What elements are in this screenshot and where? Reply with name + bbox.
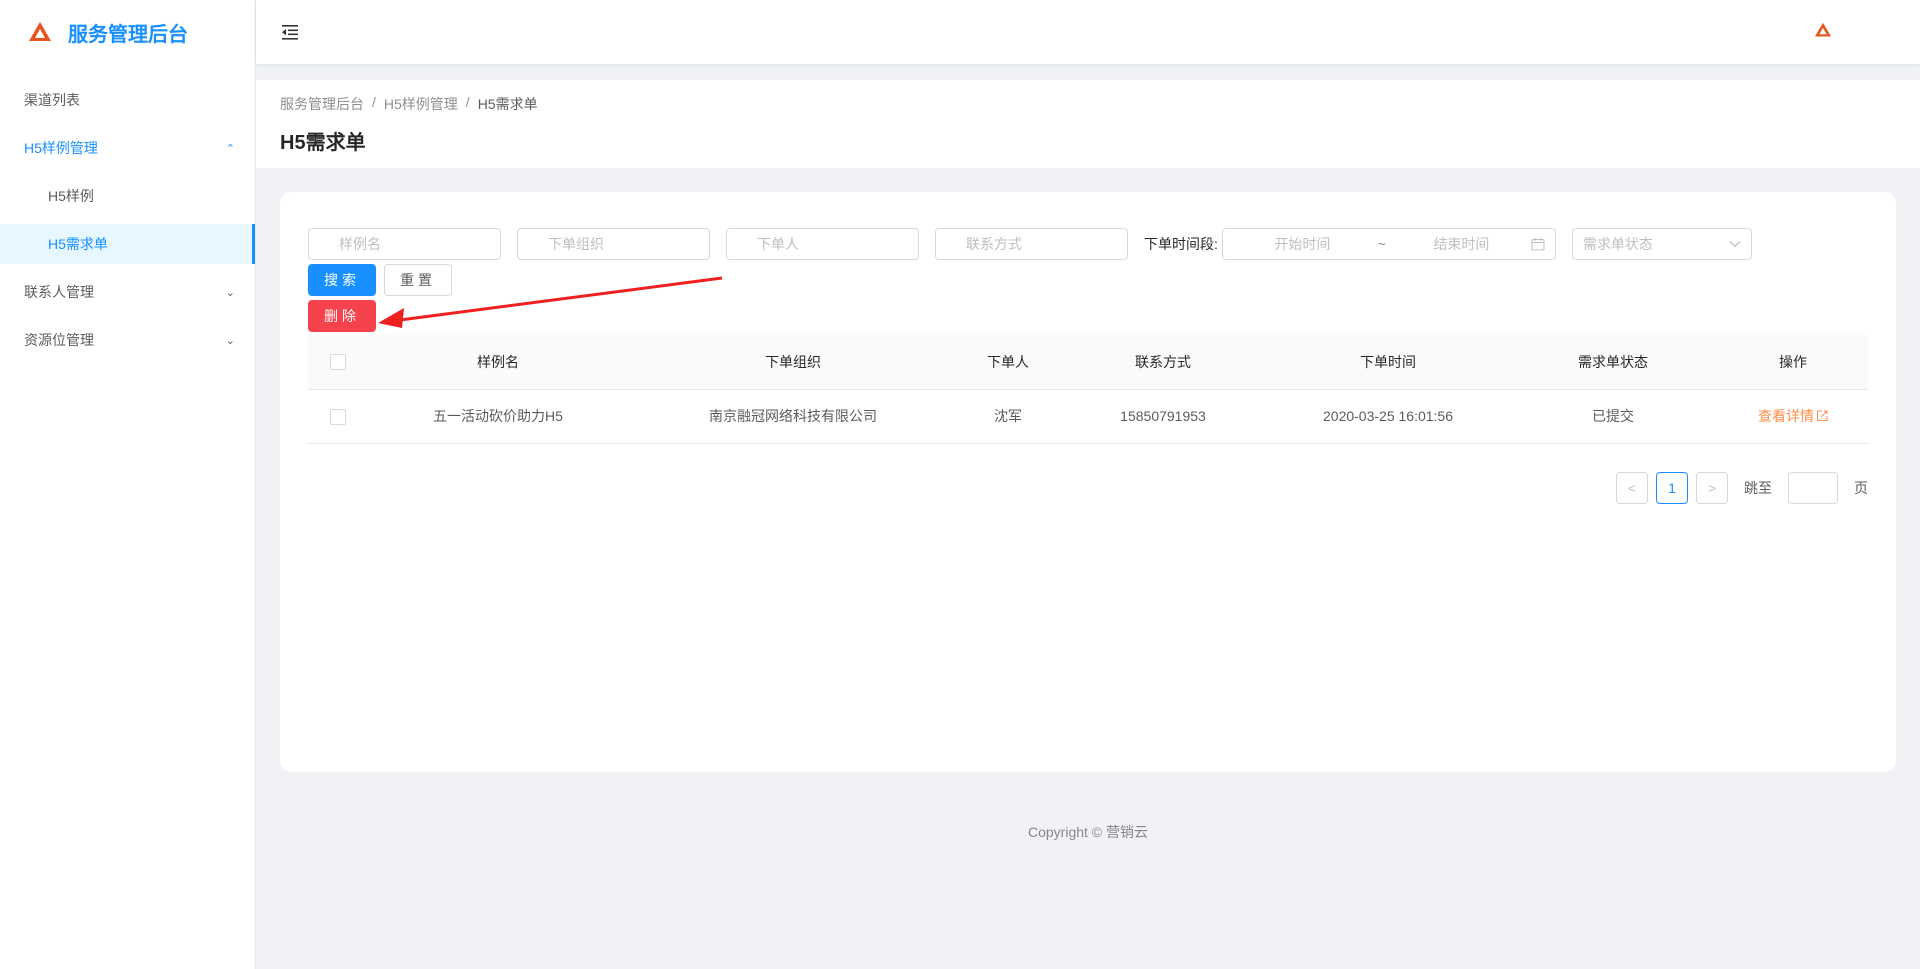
sidebar: 服务管理后台 渠道列表 H5样例管理 ⌃ H5样例 H5需求单 联系人管理 ⌄ … [0, 0, 256, 969]
cell-sample-name: 五一活动砍价助力H5 [368, 389, 628, 444]
page-suffix-label: 页 [1854, 480, 1868, 496]
sidebar-item-h5-sample-mgmt[interactable]: H5样例管理 ⌃ [0, 128, 255, 168]
order-table: 样例名 下单组织 下单人 联系方式 下单时间 需求单状态 操作 五一活动砍价助力… [308, 335, 1868, 444]
table-row: 五一活动砍价助力H5 南京融冠网络科技有限公司 沈军 15850791953 2… [308, 389, 1868, 444]
sidebar-item-label: H5需求单 [48, 236, 108, 252]
contact-input[interactable] [935, 228, 1128, 260]
cell-contact: 15850791953 [1058, 389, 1268, 444]
status-select[interactable]: 需求单状态 [1571, 228, 1752, 260]
page-header: 服务管理后台 / H5样例管理 / H5需求单 H5需求单 [256, 80, 1920, 168]
breadcrumb-item-h5-sample-mgmt[interactable]: H5样例管理 [384, 94, 458, 114]
sidebar-menu: 渠道列表 H5样例管理 ⌃ H5样例 H5需求单 联系人管理 ⌄ 资源位管理 ⌄ [0, 80, 255, 360]
cell-order-time: 2020-03-25 16:01:56 [1268, 389, 1508, 444]
cell-orderer: 沈军 [958, 389, 1058, 444]
next-page-button[interactable]: > [1696, 472, 1728, 504]
sidebar-item-h5-sample[interactable]: H5样例 [0, 176, 255, 216]
column-header: 需求单状态 [1508, 335, 1718, 390]
cell-order-org: 南京融冠网络科技有限公司 [628, 389, 958, 444]
column-header: 操作 [1718, 335, 1868, 390]
end-date-placeholder[interactable]: 结束时间 [1392, 234, 1531, 254]
start-date-placeholder[interactable]: 开始时间 [1233, 234, 1372, 254]
breadcrumb-separator: / [465, 94, 470, 110]
column-header: 下单组织 [628, 335, 958, 390]
chevron-down-icon: ⌄ [225, 334, 235, 347]
status-select-placeholder: 需求单状态 [1582, 236, 1653, 252]
chevron-down-icon: ⌄ [225, 286, 235, 299]
select-all-cell [308, 335, 368, 390]
page-1-button[interactable]: 1 [1656, 472, 1688, 504]
calendar-icon [1531, 238, 1545, 251]
column-header: 下单人 [958, 335, 1058, 390]
filter-bar: 下单时间段: 开始时间 ~ 结束时间 需求单状态 [308, 228, 1868, 260]
delete-button[interactable]: 删除 [308, 300, 376, 332]
cell-action: 查看详情 [1718, 389, 1868, 444]
sidebar-item-resource-mgmt[interactable]: 资源位管理 ⌄ [0, 320, 255, 360]
table-header-row: 样例名 下单组织 下单人 联系方式 下单时间 需求单状态 操作 [308, 335, 1868, 390]
date-range-label: 下单时间段: [1144, 236, 1218, 252]
breadcrumb-item-current: H5需求单 [477, 96, 538, 112]
select-all-checkbox[interactable] [330, 354, 346, 371]
content-card: 下单时间段: 开始时间 ~ 结束时间 需求单状态 搜索 重置 删除 [280, 192, 1896, 772]
date-range-picker[interactable]: 开始时间 ~ 结束时间 [1221, 228, 1556, 260]
logo[interactable]: 服务管理后台 [0, 0, 255, 64]
search-button[interactable]: 搜索 [308, 264, 376, 296]
row-select-cell [308, 389, 368, 444]
jump-label: 跳至 [1744, 480, 1772, 496]
sidebar-item-channel-list[interactable]: 渠道列表 [0, 80, 255, 120]
chevron-down-icon [1729, 241, 1741, 248]
page-title: H5需求单 [280, 132, 366, 154]
view-detail-label: 查看详情 [1758, 408, 1814, 424]
sidebar-item-h5-order[interactable]: H5需求单 [0, 224, 255, 264]
column-header: 下单时间 [1268, 335, 1508, 390]
breadcrumb-separator: / [372, 94, 376, 110]
sample-name-input[interactable] [308, 228, 501, 260]
range-separator: ~ [1377, 236, 1386, 252]
cell-status: 已提交 [1508, 389, 1718, 444]
view-detail-link[interactable]: 查看详情 [1758, 408, 1828, 424]
external-edit-icon [1817, 410, 1828, 421]
jump-page-input[interactable] [1788, 472, 1838, 504]
menu-fold-icon[interactable] [280, 22, 300, 42]
chevron-up-icon: ⌃ [225, 142, 235, 155]
app-title: 服务管理后台 [68, 23, 188, 46]
row-checkbox[interactable] [330, 408, 346, 425]
sidebar-item-label: 渠道列表 [24, 92, 80, 108]
orderer-input[interactable] [726, 228, 919, 260]
breadcrumb-item-home[interactable]: 服务管理后台 [280, 94, 364, 114]
column-header: 样例名 [368, 335, 628, 390]
sidebar-item-label: 联系人管理 [24, 284, 94, 300]
sidebar-item-contact-mgmt[interactable]: 联系人管理 ⌄ [0, 272, 255, 312]
sidebar-item-label: H5样例 [48, 188, 94, 204]
sidebar-item-label: 资源位管理 [24, 332, 94, 348]
logo-icon [29, 22, 51, 41]
order-org-input[interactable] [517, 228, 710, 260]
sidebar-submenu: H5样例 H5需求单 [0, 176, 255, 264]
column-header: 联系方式 [1058, 335, 1268, 390]
user-logo-icon[interactable] [1814, 22, 1832, 38]
reset-button[interactable]: 重置 [384, 264, 452, 296]
pagination: < 1 > 跳至 页 [1616, 472, 1868, 504]
footer: Copyright © 营销云 [1027, 824, 1148, 840]
action-bar: 搜索 重置 [308, 264, 1868, 296]
sidebar-item-label: H5样例管理 [24, 140, 98, 156]
breadcrumb: 服务管理后台 / H5样例管理 / H5需求单 [280, 94, 1896, 114]
top-header [256, 0, 1920, 64]
prev-page-button[interactable]: < [1616, 472, 1648, 504]
